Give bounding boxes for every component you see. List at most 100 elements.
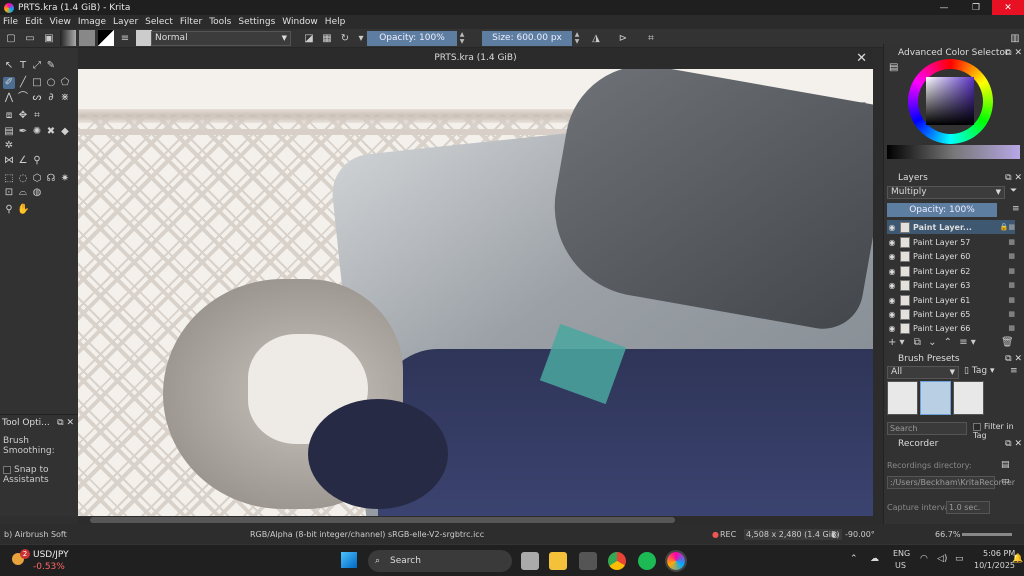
edit-shapes-icon[interactable]: ⤢ (31, 60, 43, 72)
pan-tool-icon[interactable]: ✋ (17, 204, 29, 216)
opacity-slider[interactable]: Opacity: 100% (367, 31, 457, 46)
volume-icon[interactable]: ◁) (937, 554, 947, 564)
layer-row[interactable]: ◉ Paint Layer... 🔒▦ (887, 220, 1015, 234)
language-primary[interactable]: ENG (893, 549, 910, 558)
menu-tools[interactable]: Tools (209, 17, 231, 27)
tag-button[interactable]: ▯ Tag ▾ (964, 366, 994, 376)
open-folder-icon[interactable]: ▭ (22, 30, 38, 46)
brush-settings-icon[interactable]: ≡ (117, 30, 133, 46)
eye-icon[interactable]: ◉ (887, 324, 897, 333)
duplicate-layer-icon[interactable]: ⧉ (914, 337, 921, 348)
eye-icon[interactable]: ◉ (887, 310, 897, 319)
pattern-icon[interactable] (79, 30, 95, 46)
krita-taskbar-icon[interactable] (665, 550, 687, 572)
windows-start-icon[interactable] (341, 552, 357, 568)
measure-tool-icon[interactable]: ∠ (17, 155, 29, 167)
zoom-slider[interactable] (962, 533, 1012, 536)
add-layer-icon[interactable]: + ▾ (888, 337, 905, 348)
close-icon[interactable]: ✕ (856, 48, 867, 69)
assistant-tool-icon[interactable]: ⋈ (3, 155, 15, 167)
color-square[interactable] (926, 77, 974, 125)
close-icon[interactable]: ⧉ ✕ (1005, 438, 1022, 451)
eye-icon[interactable]: ◉ (887, 267, 897, 276)
menu-help[interactable]: Help (325, 17, 346, 27)
save-icon[interactable]: ▣ (41, 30, 57, 46)
spotify-icon[interactable] (638, 552, 656, 570)
clock-time[interactable]: 5:06 PM (983, 549, 1015, 558)
snap-checkbox[interactable] (3, 465, 11, 474)
lock-icon[interactable]: ▦ (1008, 252, 1015, 260)
color-history-bar[interactable] (887, 145, 1020, 159)
rotation-value[interactable]: -90.00° (845, 530, 875, 539)
colorize-mask-icon[interactable]: ✖ (45, 126, 57, 138)
recordings-dir-input[interactable]: :/Users/Beckham\KritaRecorder (887, 476, 1015, 489)
bezier-select-icon[interactable]: ⌓ (17, 187, 29, 199)
lock-icon[interactable]: ▦ (1008, 310, 1015, 318)
freehand-select-icon[interactable]: ☊ (45, 173, 57, 185)
layer-row[interactable]: ◉ Paint Layer 57 ▦ (887, 235, 1015, 249)
move-up-icon[interactable]: ⌃ (944, 337, 952, 348)
menu-view[interactable]: View (50, 17, 71, 27)
menu-window[interactable]: Window (282, 17, 318, 27)
multibrush-icon[interactable]: ⋇ (59, 92, 71, 104)
transform-icon[interactable]: ⧈ (3, 110, 15, 122)
eye-icon[interactable]: ◉ (887, 223, 897, 232)
polygon-tool-icon[interactable]: ⬠ (59, 77, 71, 89)
layer-row[interactable]: ◉ Paint Layer 63 ▦ (887, 278, 1015, 292)
task-view-icon[interactable] (521, 552, 539, 570)
pattern-edit-icon[interactable]: ✲ (3, 140, 15, 152)
magic-wand-icon[interactable]: ✷ (59, 173, 71, 185)
onedrive-icon[interactable]: ☁ (870, 554, 879, 564)
eye-icon[interactable]: ◉ (887, 281, 897, 290)
cube-app-icon[interactable] (579, 552, 597, 570)
new-document-icon[interactable]: ▢ (3, 30, 19, 46)
polyline-icon[interactable]: ⋀ (3, 92, 15, 104)
freehand-path-icon[interactable]: ᔕ (31, 92, 43, 104)
rect-select-icon[interactable]: ⬚ (3, 173, 15, 185)
smart-patch-icon[interactable]: ✺ (31, 126, 43, 138)
canvas-tab[interactable]: PRTS.kra (1.4 GiB) ✕ (78, 48, 873, 69)
snap-assistants-row[interactable]: Snap to Assistants (0, 465, 78, 485)
lock-icon[interactable]: ▦ (1008, 238, 1015, 246)
ellipse-tool-icon[interactable]: ○ (45, 77, 57, 89)
menu-settings[interactable]: Settings (238, 17, 275, 27)
select-shapes-icon[interactable]: ↖ (3, 60, 15, 72)
close-icon[interactable]: ⧉ ✕ (1005, 47, 1022, 60)
menu-edit[interactable]: Edit (25, 17, 42, 27)
rotation-icon[interactable]: ◐ (831, 530, 838, 539)
layer-menu-icon[interactable]: ≡ (1012, 204, 1020, 214)
preset-menu-icon[interactable]: ≡ (1010, 366, 1018, 376)
freehand-brush-icon[interactable]: ✐ (3, 77, 15, 89)
close-button[interactable]: ✕ (992, 0, 1024, 15)
eye-icon[interactable]: ◉ (887, 252, 897, 261)
eraser-icon[interactable]: ◪ (301, 30, 317, 46)
clock-date[interactable]: 10/1/2025 (974, 561, 1015, 570)
layer-properties-icon[interactable]: ≡ ▾ (959, 337, 976, 348)
layer-row[interactable]: ◉ Paint Layer 60 ▦ (887, 249, 1015, 263)
opacity-spinner[interactable]: ▲ ▼ (458, 31, 466, 46)
taskbar-search[interactable]: ⌕ Search (368, 550, 512, 572)
filter-in-tag-checkbox[interactable] (973, 422, 981, 431)
gradient-icon[interactable] (60, 30, 76, 46)
crop-tool-icon[interactable]: ⌗ (31, 110, 43, 122)
color-swatch-icon[interactable] (98, 30, 114, 46)
magnetic-select-icon[interactable]: ◍ (31, 187, 43, 199)
layer-row[interactable]: ◉ Paint Layer 61 ▦ (887, 293, 1015, 307)
size-spinner[interactable]: ▲ ▼ (573, 31, 581, 46)
calligraphy-icon[interactable]: ✎ (45, 60, 57, 72)
rec-label[interactable]: REC (720, 530, 736, 539)
minimize-button[interactable]: — (928, 0, 960, 15)
menu-filter[interactable]: Filter (180, 17, 202, 27)
brush-name[interactable]: b) Airbrush Soft (4, 530, 67, 539)
zoom-tool-icon[interactable]: ⚲ (3, 204, 15, 216)
brush-preset-1[interactable] (887, 381, 918, 415)
menu-select[interactable]: Select (145, 17, 173, 27)
brush-preset-3[interactable] (953, 381, 984, 415)
lock-icon[interactable]: ▦ (1008, 267, 1015, 275)
eye-icon[interactable]: ◉ (887, 296, 897, 305)
mirror-horizontal-icon[interactable]: ◮ (588, 30, 604, 46)
bezier-icon[interactable]: ⌒ (17, 92, 29, 104)
dynamic-brush-icon[interactable]: ∂ (45, 92, 57, 104)
chrome-icon[interactable] (608, 552, 626, 570)
filter-icon[interactable]: ⏷ (1010, 186, 1017, 196)
